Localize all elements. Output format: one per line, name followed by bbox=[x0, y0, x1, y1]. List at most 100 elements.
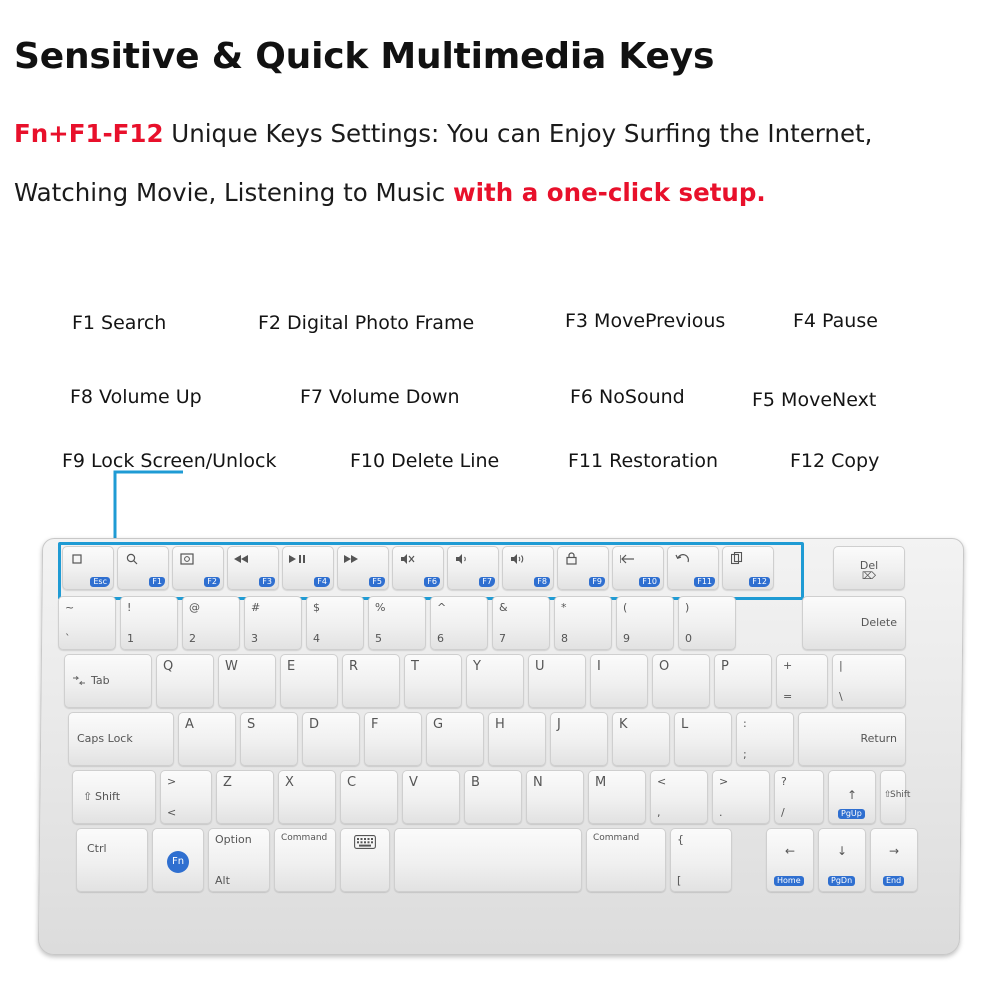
key-t[interactable]: T bbox=[404, 654, 462, 708]
key-arrow-down[interactable]: ↓ PgDn bbox=[818, 828, 866, 892]
key-arrow-right-label: → bbox=[888, 844, 900, 858]
key-backtick[interactable]: ~ ` bbox=[58, 596, 116, 650]
key-l[interactable]: L bbox=[674, 712, 732, 766]
key-bracket[interactable]: { [ bbox=[670, 828, 732, 892]
key-o[interactable]: O bbox=[652, 654, 710, 708]
volume-down-icon bbox=[456, 554, 466, 564]
key-n[interactable]: N bbox=[526, 770, 584, 824]
key-p-label: P bbox=[721, 659, 729, 674]
key-5[interactable]: % 5 bbox=[368, 596, 426, 650]
key-e[interactable]: E bbox=[280, 654, 338, 708]
key-fn[interactable]: Fn bbox=[152, 828, 204, 892]
key-esc[interactable]: Esc bbox=[62, 546, 114, 590]
key-a-label: A bbox=[185, 717, 194, 732]
key-7[interactable]: & 7 bbox=[492, 596, 550, 650]
key-f9-fnlabel: F9 bbox=[589, 577, 605, 587]
key-semicolon[interactable]: : ; bbox=[736, 712, 794, 766]
key-f3[interactable]: F3 bbox=[227, 546, 279, 590]
key-c[interactable]: C bbox=[340, 770, 398, 824]
key-shift-left[interactable]: ⇧ Shift bbox=[72, 770, 156, 824]
restore-icon bbox=[675, 554, 689, 563]
key-f6-fnlabel: F6 bbox=[424, 577, 440, 587]
key-x[interactable]: X bbox=[278, 770, 336, 824]
key-delete-top-sublabel: ⌦ bbox=[861, 571, 877, 582]
key-1[interactable]: ! 1 bbox=[120, 596, 178, 650]
key-3[interactable]: # 3 bbox=[244, 596, 302, 650]
key-0[interactable]: ) 0 bbox=[678, 596, 736, 650]
key-f[interactable]: F bbox=[364, 712, 422, 766]
key-caps-lock[interactable]: Caps Lock bbox=[68, 712, 174, 766]
key-f11[interactable]: F11 bbox=[667, 546, 719, 590]
key-comma[interactable]: < , bbox=[650, 770, 708, 824]
key-f6[interactable]: F6 bbox=[392, 546, 444, 590]
key-j[interactable]: J bbox=[550, 712, 608, 766]
key-ctrl[interactable]: Ctrl bbox=[76, 828, 148, 892]
key-semicolon-bottom: ; bbox=[743, 748, 747, 761]
key-f7[interactable]: F7 bbox=[447, 546, 499, 590]
key-u[interactable]: U bbox=[528, 654, 586, 708]
key-b[interactable]: B bbox=[464, 770, 522, 824]
caption-f8: F8 Volume Up bbox=[70, 386, 202, 408]
key-option[interactable]: Option Alt bbox=[208, 828, 270, 892]
key-v[interactable]: V bbox=[402, 770, 460, 824]
key-command-left[interactable]: Command bbox=[274, 828, 336, 892]
key-shift-right[interactable]: ⇧ Shift bbox=[880, 770, 910, 824]
key-f4[interactable]: F4 bbox=[282, 546, 334, 590]
key-period[interactable]: > . bbox=[712, 770, 770, 824]
key-equal[interactable]: + = bbox=[776, 654, 828, 708]
key-d-label: D bbox=[309, 717, 320, 732]
key-z[interactable]: Z bbox=[216, 770, 274, 824]
key-return[interactable]: Return bbox=[798, 712, 906, 766]
key-8[interactable]: * 8 bbox=[554, 596, 612, 650]
key-y[interactable]: Y bbox=[466, 654, 524, 708]
key-4[interactable]: $ 4 bbox=[306, 596, 364, 650]
key-1-top: ! bbox=[127, 601, 132, 614]
key-f10[interactable]: F10 bbox=[612, 546, 664, 590]
key-space[interactable] bbox=[394, 828, 582, 892]
key-f9[interactable]: F9 bbox=[557, 546, 609, 590]
key-8-bottom: 8 bbox=[561, 632, 568, 645]
key-9[interactable]: ( 9 bbox=[616, 596, 674, 650]
key-backslash[interactable]: | \ bbox=[832, 654, 906, 708]
key-0-top: ) bbox=[685, 601, 690, 614]
key-arrow-up[interactable]: ↑ PgUp bbox=[828, 770, 876, 824]
key-2[interactable]: @ 2 bbox=[182, 596, 240, 650]
lock-icon bbox=[566, 552, 577, 565]
key-tab[interactable]: Tab bbox=[64, 654, 152, 708]
key-6[interactable]: ^ 6 bbox=[430, 596, 488, 650]
key-angle-bracket[interactable]: > < bbox=[160, 770, 212, 824]
keyboard-icon bbox=[354, 835, 376, 849]
key-i[interactable]: I bbox=[590, 654, 648, 708]
key-f1[interactable]: F1 bbox=[117, 546, 169, 590]
key-f5[interactable]: F5 bbox=[337, 546, 389, 590]
key-a[interactable]: A bbox=[178, 712, 236, 766]
key-f12[interactable]: F12 bbox=[722, 546, 774, 590]
key-f2[interactable]: F2 bbox=[172, 546, 224, 590]
key-c-label: C bbox=[347, 775, 357, 790]
key-h[interactable]: H bbox=[488, 712, 546, 766]
key-slash[interactable]: ? / bbox=[774, 770, 824, 824]
key-arrow-left[interactable]: ← Home bbox=[766, 828, 814, 892]
key-delete[interactable]: Delete bbox=[802, 596, 906, 650]
caption-f7: F7 Volume Down bbox=[300, 386, 460, 408]
key-r[interactable]: R bbox=[342, 654, 400, 708]
key-p[interactable]: P bbox=[714, 654, 772, 708]
key-f11-fnlabel: F11 bbox=[694, 577, 715, 587]
key-s[interactable]: S bbox=[240, 712, 298, 766]
key-command-right-label: Command bbox=[593, 833, 640, 843]
key-q[interactable]: Q bbox=[156, 654, 214, 708]
key-f8[interactable]: F8 bbox=[502, 546, 554, 590]
key-m[interactable]: M bbox=[588, 770, 646, 824]
key-keyboard-toggle[interactable] bbox=[340, 828, 390, 892]
key-d[interactable]: D bbox=[302, 712, 360, 766]
caption-f1: F1 Search bbox=[72, 312, 167, 334]
key-arrow-right[interactable]: → End bbox=[870, 828, 918, 892]
key-w[interactable]: W bbox=[218, 654, 276, 708]
key-k[interactable]: K bbox=[612, 712, 670, 766]
key-f-label: F bbox=[371, 717, 379, 732]
key-4-top: $ bbox=[313, 601, 320, 614]
key-command-right[interactable]: Command bbox=[586, 828, 666, 892]
key-g[interactable]: G bbox=[426, 712, 484, 766]
key-f2-fnlabel: F2 bbox=[204, 577, 220, 587]
key-delete-top[interactable]: Del ⌦ bbox=[833, 546, 905, 590]
